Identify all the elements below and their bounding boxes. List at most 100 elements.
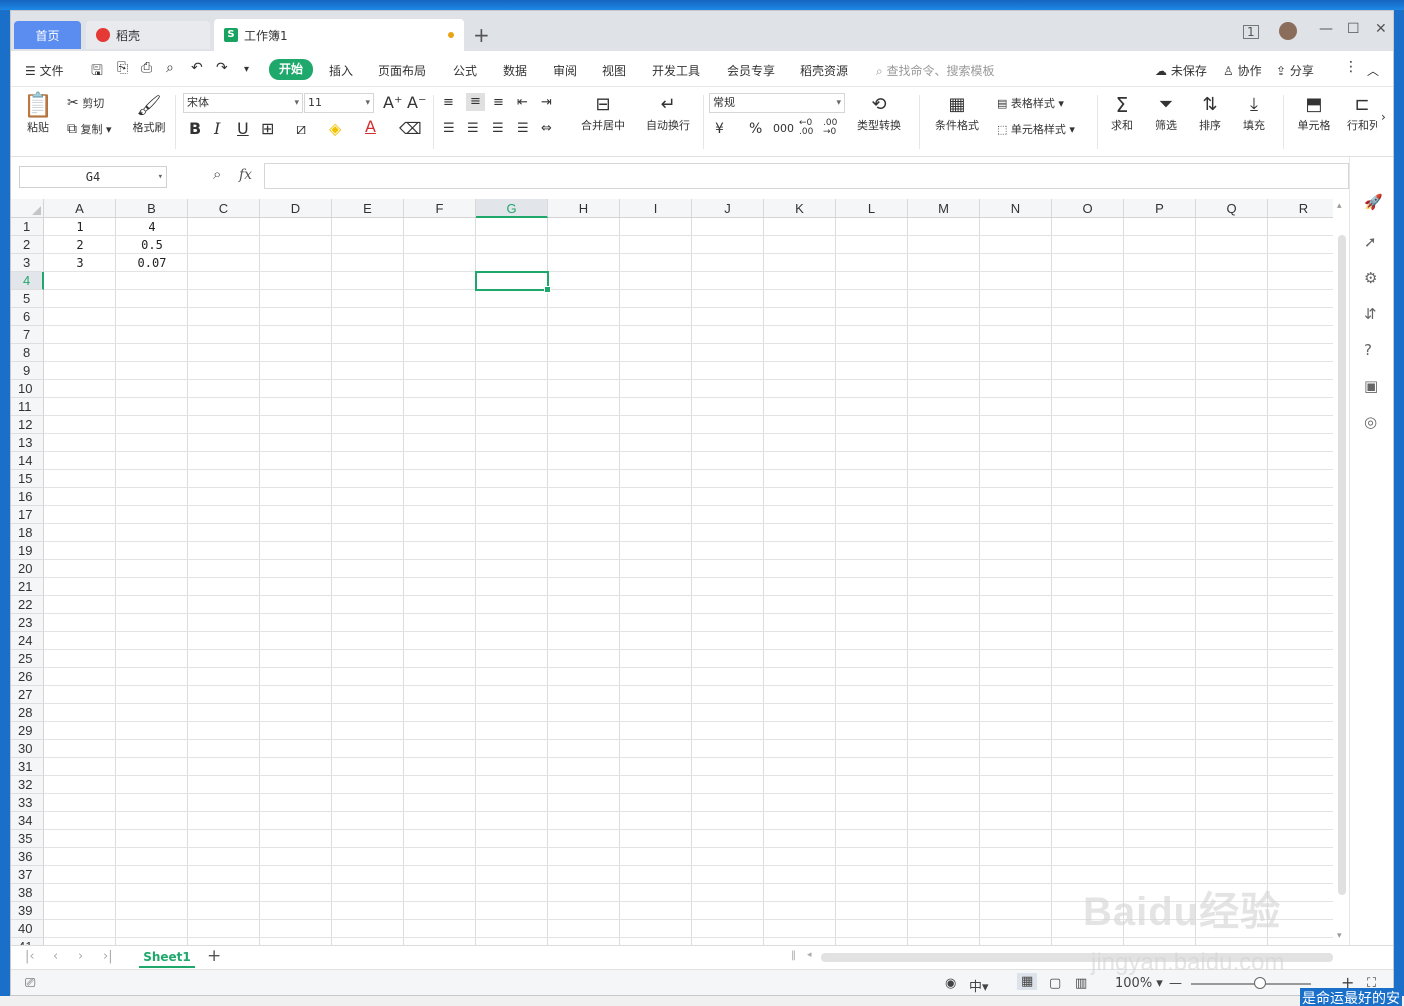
row-header[interactable]: 37 xyxy=(11,866,44,884)
row-header[interactable]: 32 xyxy=(11,776,44,794)
row-header[interactable]: 3 xyxy=(11,254,44,272)
scroll-up-icon[interactable]: ▴ xyxy=(1337,201,1342,211)
column-header-c[interactable]: C xyxy=(188,199,260,218)
tab-docer[interactable]: 稻壳 xyxy=(86,21,210,49)
cell-a3[interactable]: 3 xyxy=(44,254,116,272)
row-header[interactable]: 26 xyxy=(11,668,44,686)
formula-input[interactable] xyxy=(264,163,1349,189)
macro-record-icon[interactable]: ⎚ xyxy=(25,976,35,991)
row-header[interactable]: 41 xyxy=(11,938,44,945)
name-box[interactable]: G4 xyxy=(19,166,167,188)
indent-decrease-icon[interactable]: ⇤ xyxy=(517,95,528,111)
split-handle-icon[interactable]: ‖ xyxy=(791,950,796,961)
column-header-n[interactable]: N xyxy=(980,199,1052,218)
column-header-j[interactable]: J xyxy=(692,199,764,218)
menu-tab-start[interactable]: 开始 xyxy=(269,59,313,80)
percent-button[interactable]: % xyxy=(749,121,762,137)
transfer-icon[interactable]: ⇵ xyxy=(1364,305,1377,323)
row-header[interactable]: 28 xyxy=(11,704,44,722)
cell-button[interactable]: ⬒ 单元格 xyxy=(1291,93,1337,133)
print-preview-icon[interactable]: ⌕ xyxy=(166,60,174,76)
minimize-button[interactable]: — xyxy=(1319,21,1333,37)
share-button[interactable]: ⇪ 分享 xyxy=(1276,62,1314,79)
row-header[interactable]: 40 xyxy=(11,920,44,938)
close-button[interactable]: ✕ xyxy=(1375,21,1387,37)
zoom-slider-knob[interactable] xyxy=(1254,977,1266,989)
decrease-decimal-icon[interactable]: .00 →0 xyxy=(823,119,837,137)
row-header[interactable]: 19 xyxy=(11,542,44,560)
row-header[interactable]: 4 xyxy=(11,272,44,290)
row-header[interactable]: 30 xyxy=(11,740,44,758)
column-header-b[interactable]: B xyxy=(116,199,188,218)
row-header[interactable]: 14 xyxy=(11,452,44,470)
spreadsheet-grid[interactable]: A B C D E F G H I J K L M N O P Q R 1 2 3 4 5 6 7 8 9 10 11 12 13 14 15 1… xyxy=(11,199,1349,945)
column-header-h[interactable]: H xyxy=(548,199,620,218)
row-header[interactable]: 33 xyxy=(11,794,44,812)
vertical-scrollbar[interactable]: ▴ ▾ xyxy=(1333,199,1349,945)
align-center-icon[interactable]: ☰ xyxy=(467,121,479,137)
zoom-out-button[interactable]: — xyxy=(1169,976,1182,991)
row-header[interactable]: 2 xyxy=(11,236,44,254)
row-header[interactable]: 39 xyxy=(11,902,44,920)
menu-tab-review[interactable]: 审阅 xyxy=(553,62,577,79)
cell-b2[interactable]: 0.5 xyxy=(116,236,188,254)
eraser-icon[interactable]: ⌫ xyxy=(399,121,422,137)
save-icon[interactable]: 🖫 xyxy=(91,60,103,84)
help-icon[interactable]: ? xyxy=(1364,341,1372,359)
table-style-button[interactable]: ▤ 表格样式 ▾ xyxy=(997,95,1064,111)
row-header[interactable]: 13 xyxy=(11,434,44,452)
row-header[interactable]: 36 xyxy=(11,848,44,866)
fx-button[interactable]: fx xyxy=(239,167,252,183)
cell-a1[interactable]: 1 xyxy=(44,218,116,236)
page-layout-view-icon[interactable]: ▢ xyxy=(1049,976,1061,991)
conditional-format-button[interactable]: ▦ 条件格式 xyxy=(927,93,987,133)
row-header[interactable]: 25 xyxy=(11,650,44,668)
last-sheet-icon[interactable]: ›| xyxy=(103,949,113,964)
normal-view-icon[interactable]: ▦ xyxy=(1017,973,1038,990)
active-cell-selection[interactable] xyxy=(475,271,551,293)
row-header[interactable]: 15 xyxy=(11,470,44,488)
page-break-view-icon[interactable]: ▥ xyxy=(1075,976,1087,991)
quick-access-dropdown-icon[interactable]: ▾ xyxy=(244,64,249,75)
location-icon[interactable]: ◎ xyxy=(1364,413,1377,431)
menu-tab-insert[interactable]: 插入 xyxy=(329,62,353,79)
file-menu[interactable]: ☰ 文件 xyxy=(25,62,64,79)
row-header[interactable]: 7 xyxy=(11,326,44,344)
row-header[interactable]: 16 xyxy=(11,488,44,506)
row-col-button[interactable]: ⊏ 行和列 xyxy=(1347,93,1377,133)
align-middle-icon[interactable]: ≡ xyxy=(466,93,485,111)
print-icon[interactable]: ⎙ xyxy=(141,60,152,76)
menu-tab-view[interactable]: 视图 xyxy=(602,62,626,79)
distribute-icon[interactable]: ⇔ xyxy=(541,121,552,137)
image-icon[interactable]: ▣ xyxy=(1364,377,1378,395)
italic-button[interactable]: I xyxy=(214,121,220,137)
fill-pattern-icon[interactable]: ⧄ xyxy=(296,121,306,137)
row-header[interactable]: 6 xyxy=(11,308,44,326)
bold-button[interactable]: B xyxy=(189,121,201,137)
row-header[interactable]: 10 xyxy=(11,380,44,398)
maximize-button[interactable]: ☐ xyxy=(1347,21,1360,37)
menu-tab-developer[interactable]: 开发工具 xyxy=(652,62,700,79)
border-icon[interactable]: ⊞ xyxy=(261,121,274,137)
new-tab-button[interactable]: + xyxy=(473,23,490,47)
row-header[interactable]: 27 xyxy=(11,686,44,704)
row-header[interactable]: 31 xyxy=(11,758,44,776)
zoom-level[interactable]: 100% ▾ xyxy=(1115,976,1163,991)
column-header-r[interactable]: R xyxy=(1268,199,1340,218)
vertical-scroll-thumb[interactable] xyxy=(1338,235,1346,895)
add-sheet-button[interactable]: + xyxy=(207,946,221,966)
next-sheet-icon[interactable]: › xyxy=(78,949,83,964)
cell-a2[interactable]: 2 xyxy=(44,236,116,254)
merge-center-button[interactable]: ⊟ 合并居中 xyxy=(573,93,633,133)
cursor-icon[interactable]: ➚ xyxy=(1364,233,1377,251)
copy-button[interactable]: ⧉ 复制 ▾ xyxy=(67,121,112,137)
font-name-select[interactable]: 宋体 xyxy=(183,93,303,113)
row-header[interactable]: 5 xyxy=(11,290,44,308)
command-search[interactable]: ⌕ 查找命令、搜索模板 xyxy=(876,62,995,79)
more-icon[interactable]: ⋮ xyxy=(1344,59,1358,75)
thousands-separator-icon[interactable]: 000 xyxy=(773,121,794,137)
cut-button[interactable]: ✂ 剪切 xyxy=(67,95,104,111)
zoom-formula-icon[interactable]: ⌕ xyxy=(213,165,221,183)
row-header[interactable]: 21 xyxy=(11,578,44,596)
eye-protection-icon[interactable]: ◉ xyxy=(945,976,956,991)
